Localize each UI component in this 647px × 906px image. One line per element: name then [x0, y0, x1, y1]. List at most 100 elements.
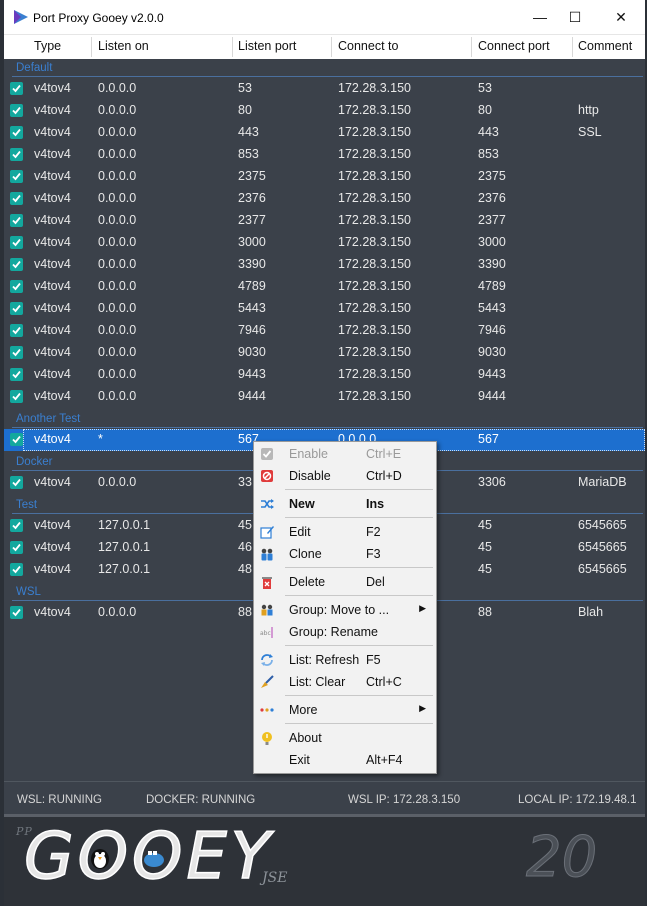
enabled-checkbox[interactable]: [10, 170, 23, 183]
table-row[interactable]: v4tov4 0.0.0.0 5443 172.28.3.150 5443: [4, 298, 645, 320]
group-divider: [12, 427, 643, 428]
table-row[interactable]: v4tov4 0.0.0.0 2377 172.28.3.150 2377: [4, 210, 645, 232]
enabled-checkbox[interactable]: [10, 82, 23, 95]
menu-item-more[interactable]: More ▶: [254, 699, 436, 721]
enabled-checkbox[interactable]: [10, 368, 23, 381]
menu-item-label: Edit: [289, 525, 311, 539]
cell-type: v4tov4: [34, 605, 71, 619]
check-icon: [12, 370, 21, 379]
menu-item-new[interactable]: New Ins: [254, 493, 436, 515]
column-divider[interactable]: [232, 37, 233, 57]
menu-item-edit[interactable]: Edit F2: [254, 521, 436, 543]
cell-connect-to: 172.28.3.150: [338, 125, 411, 139]
enabled-checkbox[interactable]: [10, 390, 23, 403]
table-row[interactable]: v4tov4 0.0.0.0 2376 172.28.3.150 2376: [4, 188, 645, 210]
enabled-checkbox[interactable]: [10, 126, 23, 139]
column-type[interactable]: Type: [34, 39, 61, 53]
column-divider[interactable]: [572, 37, 573, 57]
menu-item-list-refresh[interactable]: List: Refresh F5: [254, 649, 436, 671]
table-row[interactable]: v4tov4 0.0.0.0 9443 172.28.3.150 9443: [4, 364, 645, 386]
column-divider[interactable]: [91, 37, 92, 57]
menu-item-about[interactable]: About: [254, 727, 436, 749]
move-group-icon: [261, 604, 273, 616]
menu-separator: [285, 645, 433, 646]
wsl-status: WSL: RUNNING: [17, 794, 102, 806]
menu-item-exit[interactable]: Exit Alt+F4: [254, 749, 436, 771]
cell-type: v4tov4: [34, 432, 71, 446]
table-row[interactable]: v4tov4 0.0.0.0 9444 172.28.3.150 9444: [4, 386, 645, 408]
enabled-checkbox[interactable]: [10, 148, 23, 161]
check-icon: [12, 260, 21, 269]
cell-type: v4tov4: [34, 540, 71, 554]
wsl-ip: WSL IP: 172.28.3.150: [348, 794, 461, 806]
group-label: WSL: [16, 586, 41, 598]
check-icon: [12, 84, 21, 93]
enabled-checkbox[interactable]: [10, 258, 23, 271]
menu-item-shortcut: Del: [366, 575, 385, 589]
table-row[interactable]: v4tov4 0.0.0.0 80 172.28.3.150 80 http: [4, 100, 645, 122]
enabled-checkbox[interactable]: [10, 541, 23, 554]
menu-item-label: Enable: [289, 447, 328, 461]
menu-item-group-rename[interactable]: abc Group: Rename: [254, 621, 436, 643]
column-comment[interactable]: Comment: [578, 39, 632, 53]
maximize-button[interactable]: ☐: [560, 7, 590, 27]
cell-connect-port: 53: [478, 81, 492, 95]
cell-connect-port: 3306: [478, 475, 506, 489]
enabled-checkbox[interactable]: [10, 433, 23, 446]
enabled-checkbox[interactable]: [10, 280, 23, 293]
trash-icon: [262, 577, 272, 589]
column-listen-port[interactable]: Listen port: [238, 39, 296, 53]
cell-connect-to: 172.28.3.150: [338, 235, 411, 249]
cell-connect-port: 45: [478, 562, 492, 576]
enabled-checkbox[interactable]: [10, 324, 23, 337]
column-connect-to[interactable]: Connect to: [338, 39, 398, 53]
table-row[interactable]: v4tov4 0.0.0.0 3390 172.28.3.150 3390: [4, 254, 645, 276]
menu-item-shortcut: F5: [366, 653, 381, 667]
table-row[interactable]: v4tov4 0.0.0.0 9030 172.28.3.150 9030: [4, 342, 645, 364]
cell-type: v4tov4: [34, 147, 71, 161]
enabled-checkbox[interactable]: [10, 236, 23, 249]
docker-status: DOCKER: RUNNING: [146, 794, 256, 806]
enabled-checkbox[interactable]: [10, 346, 23, 359]
column-connect-port[interactable]: Connect port: [478, 39, 550, 53]
enabled-checkbox[interactable]: [10, 519, 23, 532]
cell-type: v4tov4: [34, 191, 71, 205]
cell-listen-on: 0.0.0.0: [98, 103, 137, 117]
check-icon: [12, 435, 21, 444]
table-row[interactable]: v4tov4 0.0.0.0 2375 172.28.3.150 2375: [4, 166, 645, 188]
enabled-checkbox[interactable]: [10, 606, 23, 619]
enabled-checkbox[interactable]: [10, 563, 23, 576]
cell-comment: SSL: [578, 125, 602, 139]
menu-item-label: Delete: [289, 575, 326, 589]
table-row[interactable]: v4tov4 0.0.0.0 443 172.28.3.150 443 SSL: [4, 122, 645, 144]
enabled-checkbox[interactable]: [10, 192, 23, 205]
window-title: Port Proxy Gooey v2.0.0: [33, 11, 164, 25]
app-logo-icon: [14, 10, 28, 24]
table-row[interactable]: v4tov4 0.0.0.0 4789 172.28.3.150 4789: [4, 276, 645, 298]
menu-item-group-move-to[interactable]: Group: Move to ... ▶: [254, 599, 436, 621]
enabled-checkbox[interactable]: [10, 302, 23, 315]
cell-connect-to: 172.28.3.150: [338, 257, 411, 271]
column-listen-on[interactable]: Listen on: [98, 39, 149, 53]
cell-type: v4tov4: [34, 323, 71, 337]
table-row[interactable]: v4tov4 0.0.0.0 853 172.28.3.150 853: [4, 144, 645, 166]
cell-connect-port: 7946: [478, 323, 506, 337]
check-icon: [12, 106, 21, 115]
banner-version: 20: [525, 825, 598, 891]
menu-item-list-clear[interactable]: List: Clear Ctrl+C: [254, 671, 436, 693]
enabled-checkbox[interactable]: [10, 214, 23, 227]
column-divider[interactable]: [331, 37, 332, 57]
enabled-checkbox[interactable]: [10, 476, 23, 489]
menu-item-disable[interactable]: Disable Ctrl+D: [254, 465, 436, 487]
menu-item-clone[interactable]: Clone F3: [254, 543, 436, 565]
close-button[interactable]: ✕: [606, 7, 636, 27]
minimize-button[interactable]: —: [525, 7, 555, 27]
enabled-checkbox[interactable]: [10, 104, 23, 117]
cell-type: v4tov4: [34, 257, 71, 271]
table-row[interactable]: v4tov4 0.0.0.0 3000 172.28.3.150 3000: [4, 232, 645, 254]
table-row[interactable]: v4tov4 0.0.0.0 7946 172.28.3.150 7946: [4, 320, 645, 342]
menu-item-delete[interactable]: Delete Del: [254, 571, 436, 593]
cell-listen-port: 9443: [238, 367, 266, 381]
table-row[interactable]: v4tov4 0.0.0.0 53 172.28.3.150 53: [4, 78, 645, 100]
column-divider[interactable]: [471, 37, 472, 57]
